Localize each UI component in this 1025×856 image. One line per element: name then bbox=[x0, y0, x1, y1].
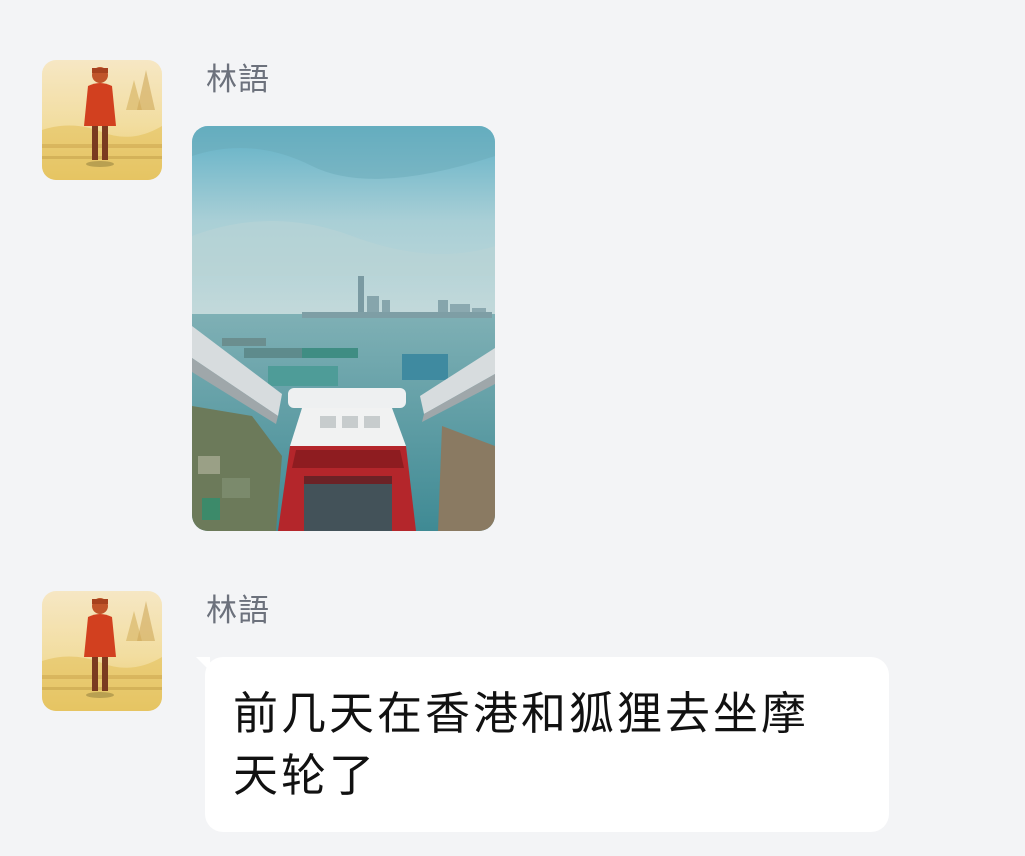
message-photo[interactable] bbox=[192, 126, 495, 531]
message-text: 前几天在香港和狐狸去坐摩天轮了 bbox=[233, 687, 810, 802]
avatar[interactable] bbox=[42, 591, 162, 711]
girl-in-red-illustration-icon bbox=[42, 591, 162, 711]
ferris-wheel-harbor-view-photo-icon bbox=[192, 126, 495, 531]
girl-in-red-illustration-icon bbox=[42, 60, 162, 180]
sender-name: 林語 bbox=[206, 62, 270, 98]
avatar[interactable] bbox=[42, 60, 162, 180]
message-bubble[interactable]: 前几天在香港和狐狸去坐摩天轮了 bbox=[205, 657, 889, 832]
sender-name: 林語 bbox=[206, 593, 270, 629]
chat-view: 林語 林語 前几天在香港和狐狸去坐摩天轮了 bbox=[0, 0, 1025, 856]
